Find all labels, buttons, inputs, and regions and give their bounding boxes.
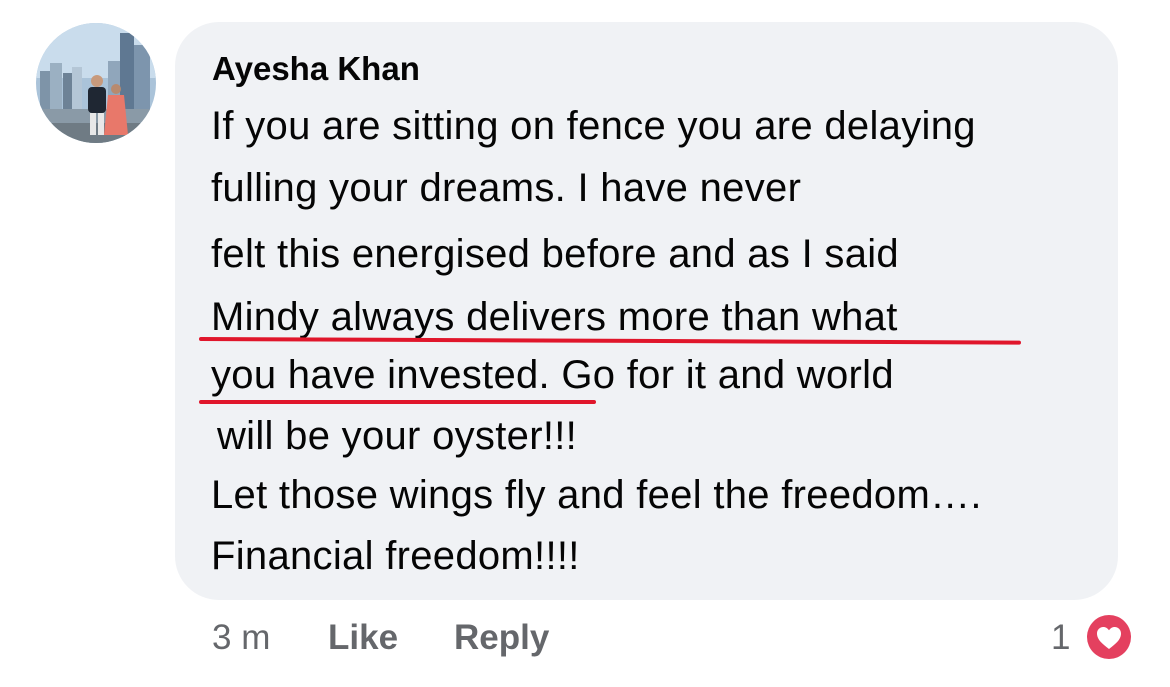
comment-text-line: fulling your dreams. I have never <box>211 166 802 210</box>
comment-author[interactable]: Ayesha Khan <box>212 49 420 89</box>
comment-timestamp: 3 m <box>212 618 271 657</box>
red-underline-annotation <box>199 400 596 404</box>
comment-text-line: If you are sitting on fence you are dela… <box>211 104 976 148</box>
comment-text-line: Financial freedom!!!! <box>211 534 580 578</box>
like-button[interactable]: Like <box>328 617 398 659</box>
profile-photo <box>36 23 156 143</box>
comment-text-line: you have invested. Go for it and world <box>211 353 894 397</box>
comment-text-line: Let those wings fly and feel the freedom… <box>211 473 982 517</box>
reply-button[interactable]: Reply <box>454 617 549 659</box>
heart-icon[interactable] <box>1083 611 1135 663</box>
comment-text-line: Mindy always delivers more than what <box>211 295 898 339</box>
comment-item: Ayesha Khan If you are sitting on fence … <box>0 0 1170 687</box>
avatar[interactable] <box>36 23 156 143</box>
reaction-count[interactable]: 1 <box>1051 617 1070 659</box>
comment-text-line: will be your oyster!!! <box>217 414 578 458</box>
comment-text-line: felt this energised before and as I said <box>211 232 899 276</box>
